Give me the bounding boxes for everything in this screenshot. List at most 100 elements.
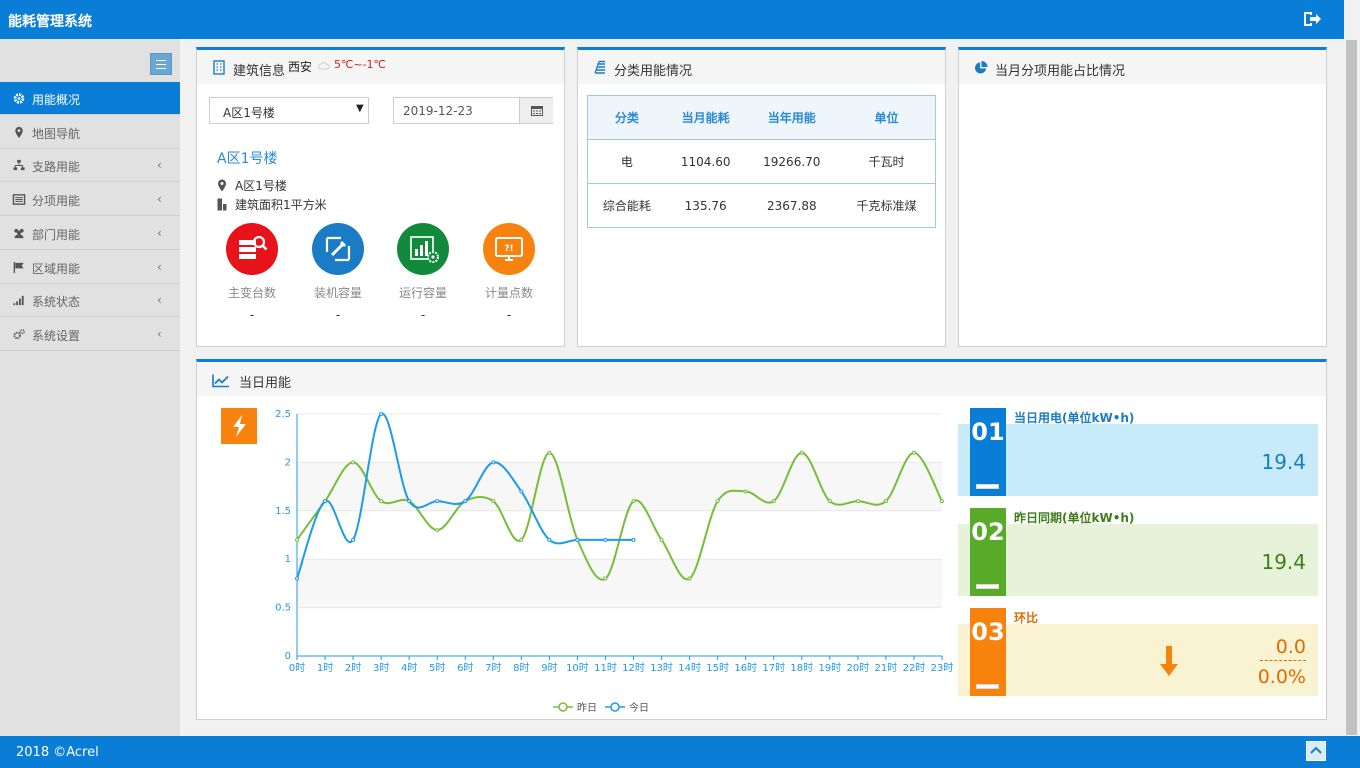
category-energy-panel: 分类用能情况 分类 当月能耗 当年用能 单位 电 1104.60 19266.7… [577,47,946,347]
calendar-button[interactable] [519,98,553,123]
caret-down-icon: ▼ [356,103,364,114]
sidebar-item-label: 系统状态 [32,295,81,309]
chevron-left-icon: ‹ [157,327,162,341]
users-icon [14,228,24,239]
sitemap-icon [13,159,25,171]
chevron-left-icon: ‹ [157,293,162,307]
stat-number: 02 [971,518,1005,546]
data-point [323,499,328,504]
svg-text:?!: ?! [504,244,513,254]
x-tick-label: 3时 [373,662,389,674]
sidebar-item-department[interactable]: 部门用能 ‹ [0,217,180,250]
stat-number: 03 [971,618,1005,646]
data-point [575,537,580,542]
building-name[interactable]: A区1号楼 [217,148,277,168]
x-tick-label: 13时 [650,662,673,674]
app-title: 能耗管理系统 [8,14,92,30]
sidebar-item-overview[interactable]: 用能概况 [0,82,180,115]
table-header-cell: 当年用能 [745,95,838,140]
logout-icon[interactable] [1302,10,1322,28]
x-tick-label: 1时 [317,662,333,674]
data-point [883,499,888,504]
data-point [940,499,944,504]
x-tick-label: 6时 [457,662,473,674]
x-tick-label: 5时 [429,662,445,674]
ratio-value: 0.0 [1275,636,1306,658]
x-tick-label: 15时 [706,662,729,674]
y-tick-label: 0.5 [275,603,291,614]
data-point [379,499,384,504]
meter-icon[interactable]: ?! [483,223,535,275]
x-tick-label: 14时 [678,662,701,674]
sidebar-item-branch[interactable]: 支路用能 ‹ [0,149,180,182]
data-point [603,576,608,581]
y-tick-label: 1.5 [275,506,291,517]
table-cell: 19266.70 [745,139,838,184]
ratio-percent: 0.0% [1257,666,1306,688]
data-point [407,499,412,504]
x-tick-label: 9时 [541,662,557,674]
sidebar-toggle-button[interactable] [150,53,172,75]
panel-title: 当月分项用能占比情况 [995,64,1126,79]
sidebar-item-area[interactable]: 区域用能 ‹ [0,251,180,284]
metric-value: - [335,308,341,322]
scrollbar-thumb[interactable] [1346,40,1357,735]
data-point [715,499,720,504]
gears-icon [13,329,25,340]
stat-card-yesterday: 02 昨日同期(单位kW•h) 19.4 [958,508,1318,598]
data-point [911,450,916,455]
sidebar-item-label: 用能概况 [32,93,81,107]
sidebar-item-label: 部门用能 [32,228,81,242]
date-value: 2019-12-23 [403,104,473,118]
table-cell: 1104.60 [665,139,746,184]
sidebar-item-system-status[interactable]: 系统状态 ‹ [0,284,180,317]
data-point [379,412,384,416]
transformer-icon[interactable] [226,223,278,275]
stat-label: 当日用电(单位kW•h) [1014,411,1135,425]
building-area-text: 建筑面积1平方米 [235,198,327,212]
pie-chart-icon [974,60,988,74]
data-point [463,499,468,504]
panel-title: 分类用能情况 [614,64,693,79]
stat-card-today: 01 当日用电(单位kW•h) 19.4 [958,408,1318,498]
date-picker[interactable]: 2019-12-23 [393,97,553,124]
legend-marker [558,702,568,712]
x-tick-label: 17时 [762,662,785,674]
chart-band [297,559,942,608]
ratio-divider [1260,660,1306,661]
sidebar-item-system-settings[interactable]: 系统设置 ‹ [0,318,180,351]
chevron-left-icon: ‹ [157,260,162,274]
stat-label: 昨日同期(单位kW•h) [1014,511,1135,525]
metric-label: 主变台数 [227,286,276,300]
building-info-panel: 建筑信息 西安 5℃~-1℃ A区1号楼 ▼ 2019-12-23 A区1号楼 … [196,47,565,347]
stat-number: 01 [971,418,1005,446]
data-point [547,537,552,542]
running-chart-icon[interactable] [397,223,449,275]
sidebar-item-subitem[interactable]: 分项用能 ‹ [0,183,180,216]
sidebar-item-map[interactable]: 地图导航 [0,116,180,149]
lightning-icon [221,408,257,444]
x-tick-label: 18时 [790,662,813,674]
y-tick-label: 2 [285,457,291,468]
scroll-top-button[interactable] [1306,741,1326,761]
building-select[interactable]: A区1号楼 ▼ [209,97,369,124]
x-tick-label: 16时 [734,662,757,674]
data-point [351,537,356,542]
table-header-cell: 当月能耗 [665,95,746,140]
stack-icon [594,60,605,74]
stat-card-tab: 01 [970,408,1006,496]
page-scrollbar[interactable] [1344,0,1360,736]
table-header-cell: 分类 [587,95,666,140]
table-header-row: 分类 当月能耗 当年用能 单位 [587,95,936,140]
table-cell: 电 [587,139,666,184]
metric-label: 装机容量 [313,286,362,300]
x-tick-label: 8时 [513,662,529,674]
table-header-cell: 单位 [837,95,936,140]
data-point [491,460,496,465]
arrow-down-icon [1160,646,1178,676]
install-icon[interactable] [312,223,364,275]
top-bar: 能耗管理系统 [0,0,1360,39]
data-point [519,489,524,494]
data-point [827,499,832,504]
data-point [519,537,524,542]
